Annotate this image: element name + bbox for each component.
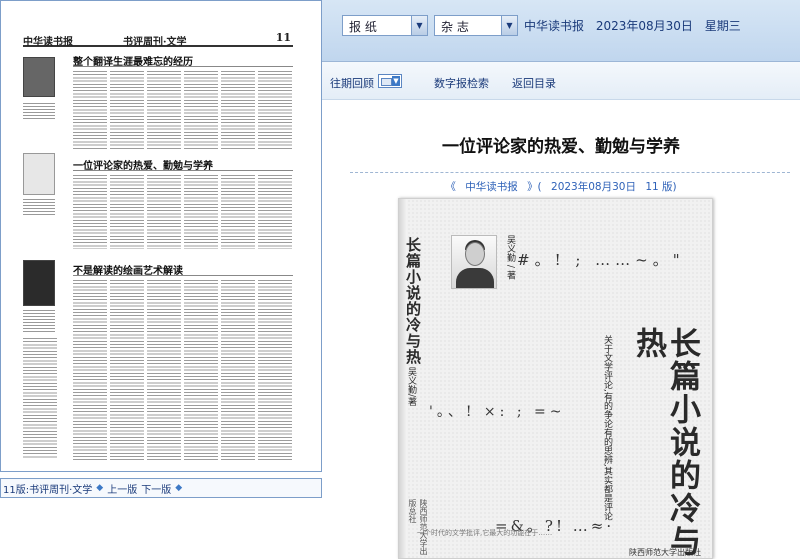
cover-side-title: 长篇小说的冷与热 bbox=[404, 237, 422, 365]
date-line: 中华读书报 2023年08月30日 星期三 bbox=[524, 17, 749, 34]
text-column bbox=[23, 338, 57, 458]
article-1-photo bbox=[23, 57, 55, 97]
text-column bbox=[184, 71, 218, 149]
newspaper-rubric: 书评周刊·文学 bbox=[123, 37, 187, 48]
issue-date: 2023年08月30日 bbox=[595, 19, 693, 33]
source-close: 》( bbox=[527, 181, 542, 193]
newspaper-logo: 中华读书报 bbox=[23, 37, 73, 48]
text-column bbox=[184, 280, 218, 460]
text-column bbox=[73, 175, 107, 249]
text-column bbox=[258, 280, 292, 460]
article-3-photo bbox=[23, 260, 55, 306]
article-1-caption bbox=[23, 103, 55, 121]
prev-page-link[interactable]: 上一版 bbox=[107, 481, 137, 496]
newspaper-article-3[interactable]: 不是解读的绘画艺术解读 bbox=[23, 256, 293, 466]
page-navigation-bar: 11版:书评周刊·文学 ◆ 上一版 下一版 ◆ bbox=[0, 478, 322, 498]
portrait-body bbox=[456, 268, 494, 288]
cover-press: 陕西师范大学出版社 bbox=[629, 548, 701, 557]
newspaper-select-value: 报 纸 bbox=[349, 20, 377, 34]
history-label: 往期回顾 bbox=[330, 77, 374, 90]
text-column bbox=[221, 71, 255, 149]
digital-search-link[interactable]: 数字报检索 bbox=[434, 75, 489, 91]
portrait-head bbox=[465, 242, 485, 266]
prev-diamond-icon: ◆ bbox=[96, 483, 104, 493]
next-diamond-icon: ◆ bbox=[175, 483, 183, 493]
cover-main-title: 长篇小说的冷与热 bbox=[630, 327, 700, 558]
text-column bbox=[184, 175, 218, 249]
page-label: 11版:书评周刊·文学 bbox=[3, 484, 93, 496]
author-portrait bbox=[451, 235, 497, 289]
text-column bbox=[73, 280, 107, 460]
top-bar: 报 纸 ▼ 杂 志 ▼ 中华读书报 2023年08月30日 星期三 bbox=[322, 0, 800, 62]
publication-name: 中华读书报 bbox=[524, 19, 585, 33]
back-to-catalog-link[interactable]: 返回目录 bbox=[512, 75, 556, 91]
issue-weekday: 星期三 bbox=[704, 19, 741, 33]
source-name[interactable]: 中华读书报 bbox=[465, 181, 518, 193]
newspaper-page-number: 11 bbox=[275, 31, 291, 44]
text-column bbox=[258, 175, 292, 249]
chevron-down-icon: ▼ bbox=[411, 16, 427, 35]
text-column bbox=[110, 175, 144, 249]
text-column bbox=[221, 280, 255, 460]
article-3-caption bbox=[23, 310, 55, 332]
cover-blurb: 一个时代的文学批评,它最大的功能在于…… bbox=[417, 529, 553, 537]
newspaper-select[interactable]: 报 纸 ▼ bbox=[342, 15, 428, 36]
source-open: 《 bbox=[445, 181, 456, 193]
divider bbox=[73, 66, 293, 67]
article-2-caption bbox=[23, 199, 55, 217]
text-column bbox=[110, 280, 144, 460]
text-column bbox=[73, 71, 107, 149]
text-column bbox=[147, 175, 181, 249]
divider bbox=[73, 170, 293, 171]
book-cover-image: 长篇小说的冷与热 吴义勤/著 吴义勤 / 著 #。! ; ……~。" 关于文学评… bbox=[398, 198, 713, 559]
text-column bbox=[147, 280, 181, 460]
source-date: 2023年08月30日 bbox=[551, 181, 636, 193]
divider bbox=[350, 172, 790, 173]
history-calendar-button[interactable]: ▼ bbox=[378, 74, 402, 88]
magazine-select-value: 杂 志 bbox=[441, 20, 469, 34]
newspaper-article-1[interactable]: 整个翻译生涯最难忘的经历 bbox=[23, 51, 293, 149]
next-page-link[interactable]: 下一版 bbox=[141, 481, 171, 496]
cover-author: 吴义勤 / 著 bbox=[505, 235, 515, 280]
newspaper-page-image[interactable]: 中华读书报 书评周刊·文学 11 整个翻译生涯最难忘的经历 一位评论家的热爱、勤… bbox=[0, 0, 322, 472]
cover-punctuation-middle: '。、! ×: ; =~ bbox=[429, 404, 566, 420]
divider bbox=[73, 275, 293, 276]
text-column bbox=[147, 71, 181, 149]
newspaper-article-2[interactable]: 一位评论家的热爱、勤勉与学养 bbox=[23, 151, 293, 251]
text-column bbox=[221, 175, 255, 249]
newspaper-header: 中华读书报 书评周刊·文学 11 bbox=[23, 31, 293, 48]
article-2-photo bbox=[23, 153, 55, 195]
chevron-down-icon: ▼ bbox=[501, 16, 517, 35]
source-page: 11 版) bbox=[645, 181, 677, 193]
secondary-toolbar: 往期回顾 ▼ 数字报检索 返回目录 bbox=[322, 62, 800, 100]
cover-subtitle: 关于文学评论,有的争论有的思辨,其实都是评论 bbox=[602, 335, 612, 521]
text-column bbox=[258, 71, 292, 149]
cover-side-author: 吴义勤/著 bbox=[406, 367, 416, 407]
article-title: 一位评论家的热爱、勤勉与学养 bbox=[442, 137, 680, 157]
chevron-down-icon: ▼ bbox=[392, 76, 400, 86]
cover-publisher-vertical: 陕西师范大学出版总社 bbox=[408, 499, 428, 555]
cover-punctuation-top: #。! ; ……~。" bbox=[517, 251, 685, 269]
text-column bbox=[110, 71, 144, 149]
magazine-select[interactable]: 杂 志 ▼ bbox=[434, 15, 518, 36]
article-source-line: 《 中华读书报 》( 2023年08月30日 11 版) bbox=[322, 179, 800, 194]
